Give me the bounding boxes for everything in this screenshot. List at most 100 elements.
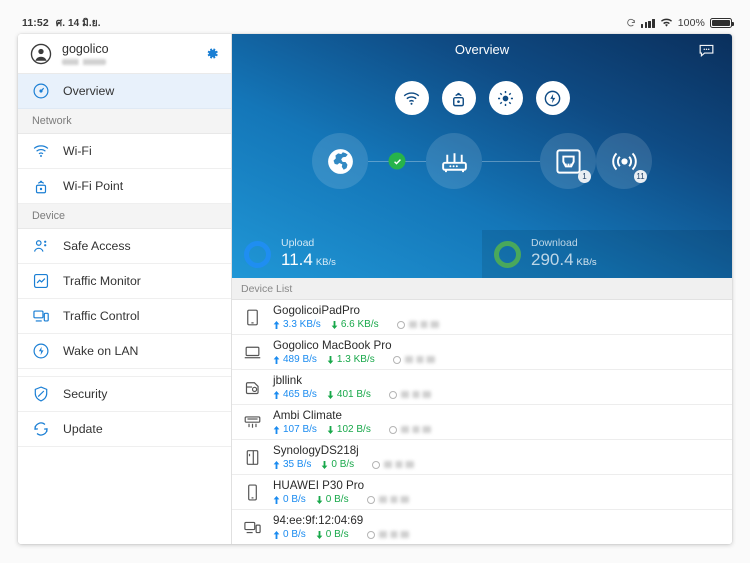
quick-action-wifi[interactable]	[395, 81, 429, 115]
device-row[interactable]: SynologyDS218j 35 B/s 0 B/s	[232, 440, 732, 475]
gear-icon[interactable]	[203, 45, 220, 62]
account-row[interactable]: gogolico	[18, 34, 231, 74]
account-avatar-icon	[30, 43, 52, 65]
device-upload-value: 465 B/s	[283, 389, 317, 400]
device-list-title: Device List	[241, 283, 292, 295]
sidebar-section-device: Device	[18, 204, 231, 229]
device-stats: 0 B/s 0 B/s	[273, 529, 720, 540]
sidebar-item-traffic-monitor[interactable]: Traffic Monitor	[18, 264, 231, 299]
device-signal-redacted	[367, 496, 409, 504]
device-list[interactable]: GogolicoiPadPro 3.3 KB/s 6.6 KB/s	[232, 300, 732, 544]
device-download: 401 B/s	[327, 389, 371, 400]
topology-link-router-clients	[482, 161, 540, 162]
download-arrow-icon	[321, 461, 328, 469]
sidebar-item-safe-access[interactable]: Safe Access	[18, 229, 231, 264]
download-label: Download	[531, 238, 597, 250]
page-title: Overview	[232, 34, 732, 64]
battery-percent: 100%	[678, 17, 705, 29]
quick-action-brightness[interactable]	[489, 81, 523, 115]
device-upload: 0 B/s	[273, 529, 306, 540]
device-upload: 465 B/s	[273, 389, 317, 400]
device-row[interactable]: Gogolico MacBook Pro 489 B/s 1.3 KB/s	[232, 335, 732, 370]
device-download: 102 B/s	[327, 424, 371, 435]
device-row[interactable]: 94:ee:9f:12:04:69 0 B/s 0 B/s	[232, 510, 732, 544]
upload-number: 11.4	[281, 250, 313, 269]
quick-action-wifi-point[interactable]	[442, 81, 476, 115]
device-signal-redacted	[372, 461, 414, 469]
device-row[interactable]: HUAWEI P30 Pro 0 B/s 0 B/s	[232, 475, 732, 510]
status-bar-right: 100%	[626, 17, 732, 29]
sidebar-section-label: Network	[32, 115, 72, 127]
sidebar-item-traffic-control[interactable]: Traffic Control	[18, 299, 231, 334]
screen: 11:52 ศ. 14 มิ.ย. 100%	[0, 0, 750, 563]
overview-hero: Overview	[232, 34, 732, 278]
app-window: gogolico Overview	[18, 34, 732, 544]
device-stats: 3.3 KB/s 6.6 KB/s	[273, 319, 720, 330]
device-list-header: Device List	[232, 278, 732, 300]
sidebar-item-wifi[interactable]: Wi-Fi	[18, 134, 231, 169]
device-row[interactable]: jbllink 465 B/s 401 B/s	[232, 370, 732, 405]
sidebar-item-label: Wi-Fi	[63, 144, 92, 158]
sidebar-item-label: Wake on LAN	[63, 344, 138, 358]
download-text: Download 290.4KB/s	[531, 238, 597, 271]
traffic-monitor-icon	[32, 272, 50, 290]
device-download: 0 B/s	[316, 529, 349, 540]
device-name: Ambi Climate	[273, 409, 720, 423]
device-download-value: 1.3 KB/s	[337, 354, 375, 365]
security-shield-icon	[32, 385, 50, 403]
upload-unit: KB/s	[316, 257, 336, 268]
device-row[interactable]: GogolicoiPadPro 3.3 KB/s 6.6 KB/s	[232, 300, 732, 335]
device-upload: 3.3 KB/s	[273, 319, 321, 330]
device-download-value: 0 B/s	[326, 494, 349, 505]
wired-client-count: 1	[578, 170, 591, 183]
device-info: 94:ee:9f:12:04:69 0 B/s 0 B/s	[273, 514, 720, 541]
device-upload-value: 0 B/s	[283, 529, 306, 540]
device-download-value: 102 B/s	[337, 424, 371, 435]
signal-dot-icon	[393, 356, 401, 364]
sidebar-item-update[interactable]: Update	[18, 412, 231, 447]
sidebar-item-security[interactable]: Security	[18, 377, 231, 412]
device-stats: 465 B/s 401 B/s	[273, 389, 720, 400]
sidebar-item-wifi-point[interactable]: Wi-Fi Point	[18, 169, 231, 204]
device-signal-redacted	[393, 356, 435, 364]
network-topology: 1 11	[232, 133, 732, 189]
signal-blur	[409, 321, 439, 328]
device-upload: 35 B/s	[273, 459, 311, 470]
battery-icon	[710, 18, 732, 28]
rotation-lock-icon	[626, 18, 636, 28]
topology-wireless-clients[interactable]: 11	[596, 133, 652, 189]
speaker-icon	[243, 378, 262, 397]
quick-action-boost[interactable]	[536, 81, 570, 115]
device-upload: 0 B/s	[273, 494, 306, 505]
sidebar-item-overview[interactable]: Overview	[18, 74, 231, 109]
topology-internet[interactable]	[312, 133, 368, 189]
device-stats: 0 B/s 0 B/s	[273, 494, 720, 505]
account-text: gogolico	[62, 42, 193, 64]
check-circle-icon	[392, 156, 402, 166]
status-date: ศ. 14 มิ.ย.	[56, 16, 101, 31]
topology-router[interactable]	[426, 133, 482, 189]
device-stats: 107 B/s 102 B/s	[273, 424, 720, 435]
upload-arrow-icon	[273, 356, 280, 364]
signal-blur	[379, 531, 409, 538]
upload-speed: Upload 11.4KB/s	[232, 230, 482, 278]
topology-wired-clients[interactable]: 1	[540, 133, 596, 189]
topology-link-internet-router	[368, 161, 426, 162]
upload-arrow-icon	[273, 426, 280, 434]
signal-dot-icon	[397, 321, 405, 329]
chat-bubble-icon[interactable]	[697, 41, 716, 60]
device-info: jbllink 465 B/s 401 B/s	[273, 374, 720, 401]
device-download: 6.6 KB/s	[331, 319, 379, 330]
sidebar-item-wake-on-lan[interactable]: Wake on LAN	[18, 334, 231, 369]
device-info: Gogolico MacBook Pro 489 B/s 1.3 KB/s	[273, 339, 720, 366]
brightness-icon	[496, 89, 515, 108]
download-arrow-icon	[331, 321, 338, 329]
device-download-value: 0 B/s	[326, 529, 349, 540]
boost-lightning-icon	[543, 89, 562, 108]
overview-icon	[32, 82, 50, 100]
signal-dot-icon	[389, 391, 397, 399]
upload-label: Upload	[281, 238, 336, 250]
download-arrow-icon	[327, 426, 334, 434]
device-name: SynologyDS218j	[273, 444, 720, 458]
device-row[interactable]: Ambi Climate 107 B/s 102 B/s	[232, 405, 732, 440]
